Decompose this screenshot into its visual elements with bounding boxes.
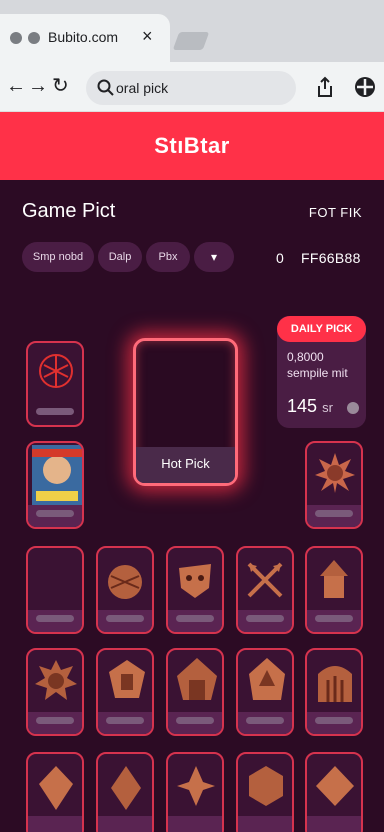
status-dot-icon bbox=[347, 402, 359, 414]
top-right-link[interactable]: FOT FIK bbox=[309, 205, 362, 220]
forward-arrow-icon[interactable]: → bbox=[28, 74, 48, 98]
daily-pick-line1: 0,8000 bbox=[287, 350, 324, 364]
browser-toolbar: ← → ↻ oral pick bbox=[0, 62, 384, 112]
daily-pick-badge: DAILY PICK bbox=[277, 316, 366, 342]
game-tile[interactable] bbox=[96, 546, 154, 634]
tab-close-icon[interactable]: × bbox=[142, 26, 153, 47]
star-gem-icon bbox=[177, 766, 215, 806]
tile-label-bar bbox=[176, 615, 214, 622]
totem-icon bbox=[109, 660, 145, 698]
daily-pick-card[interactable]: DAILY PICK 0,8000 sempile mit 145 sr bbox=[277, 316, 366, 428]
tile-label-bar bbox=[246, 717, 284, 724]
tile-label-bar bbox=[36, 717, 74, 724]
tile-label-bar bbox=[36, 615, 74, 622]
game-tile[interactable] bbox=[96, 752, 154, 832]
mask-icon bbox=[179, 564, 211, 598]
filter-chip-1[interactable]: Smp nobd bbox=[22, 242, 94, 272]
game-cover-icon bbox=[32, 445, 82, 505]
share-icon[interactable] bbox=[316, 76, 334, 98]
game-tile[interactable] bbox=[26, 752, 84, 832]
page-title: Game Pict bbox=[22, 200, 116, 222]
sun-emblem-icon bbox=[315, 453, 355, 493]
search-icon bbox=[97, 79, 114, 96]
game-tile[interactable] bbox=[26, 341, 84, 427]
filter-chip-3[interactable]: Pbx bbox=[146, 242, 190, 272]
crossed-arrows-icon bbox=[247, 562, 283, 598]
tile-footer bbox=[168, 816, 222, 832]
tile-label-bar bbox=[246, 615, 284, 622]
daily-value-number: 145 bbox=[287, 396, 318, 416]
tab-title: Bubito.com bbox=[48, 29, 119, 45]
tile-label-bar bbox=[36, 408, 74, 415]
browser-tab[interactable]: Bubito.com × bbox=[0, 14, 170, 62]
browser-tabbar: Bubito.com × bbox=[0, 0, 384, 62]
brand-logo[interactable]: StıBtar bbox=[154, 133, 230, 158]
tile-label-bar bbox=[176, 717, 214, 724]
crystal-icon bbox=[111, 766, 141, 810]
filter-chip-2[interactable]: Dalp bbox=[98, 242, 142, 272]
tile-footer bbox=[238, 816, 292, 832]
gem-icon bbox=[39, 766, 73, 810]
grid-menu-icon[interactable] bbox=[354, 76, 376, 98]
game-tile[interactable] bbox=[26, 546, 84, 634]
window-dot-icon[interactable] bbox=[10, 32, 22, 44]
game-tile[interactable] bbox=[166, 752, 224, 832]
daily-value-unit: sr bbox=[322, 400, 333, 415]
fortress-icon bbox=[177, 658, 217, 700]
tile-label-bar bbox=[315, 510, 353, 517]
tile-label-bar bbox=[315, 615, 353, 622]
game-tile[interactable] bbox=[26, 441, 84, 529]
gate-icon bbox=[318, 666, 352, 702]
tile-label-bar bbox=[106, 615, 144, 622]
game-tile[interactable] bbox=[236, 648, 294, 736]
game-tile[interactable] bbox=[305, 441, 363, 529]
hot-pick-card[interactable]: Hot Pick bbox=[133, 338, 238, 486]
game-tile[interactable] bbox=[236, 546, 294, 634]
hex-gem-icon bbox=[249, 766, 283, 806]
back-arrow-icon[interactable]: ← bbox=[6, 74, 26, 98]
diamond-icon bbox=[316, 766, 354, 806]
game-tile[interactable] bbox=[26, 648, 84, 736]
game-tile[interactable] bbox=[166, 546, 224, 634]
address-bar[interactable]: oral pick bbox=[86, 71, 296, 105]
game-tile[interactable] bbox=[96, 648, 154, 736]
address-text: oral pick bbox=[116, 80, 169, 96]
game-tile[interactable] bbox=[305, 546, 363, 634]
tile-label-bar bbox=[36, 510, 74, 517]
game-tile[interactable] bbox=[305, 648, 363, 736]
new-tab-button[interactable] bbox=[172, 32, 210, 50]
tile-footer bbox=[28, 816, 82, 832]
window-dot-icon[interactable] bbox=[28, 32, 40, 44]
tile-label-bar bbox=[315, 717, 353, 724]
tile-footer bbox=[98, 816, 152, 832]
castle-icon bbox=[249, 658, 285, 700]
shield-orb-icon bbox=[108, 565, 142, 599]
daily-pick-value: 145 sr bbox=[287, 396, 333, 417]
crest-icon bbox=[39, 354, 73, 388]
lion-icon bbox=[35, 660, 77, 700]
game-tile[interactable] bbox=[305, 752, 363, 832]
filter-dropdown[interactable]: ▾ bbox=[194, 242, 234, 272]
tower-icon bbox=[320, 560, 348, 598]
daily-pick-line2: sempile mit bbox=[287, 366, 348, 380]
result-count: 0 bbox=[276, 250, 284, 266]
tile-footer bbox=[307, 816, 361, 832]
game-tile[interactable] bbox=[236, 752, 294, 832]
app-header: StıBtar bbox=[0, 112, 384, 180]
hot-pick-label: Hot Pick bbox=[161, 456, 210, 471]
result-code: FF66B88 bbox=[301, 250, 361, 266]
tile-label-bar bbox=[106, 717, 144, 724]
reload-icon[interactable]: ↻ bbox=[52, 74, 69, 98]
game-tile[interactable] bbox=[166, 648, 224, 736]
